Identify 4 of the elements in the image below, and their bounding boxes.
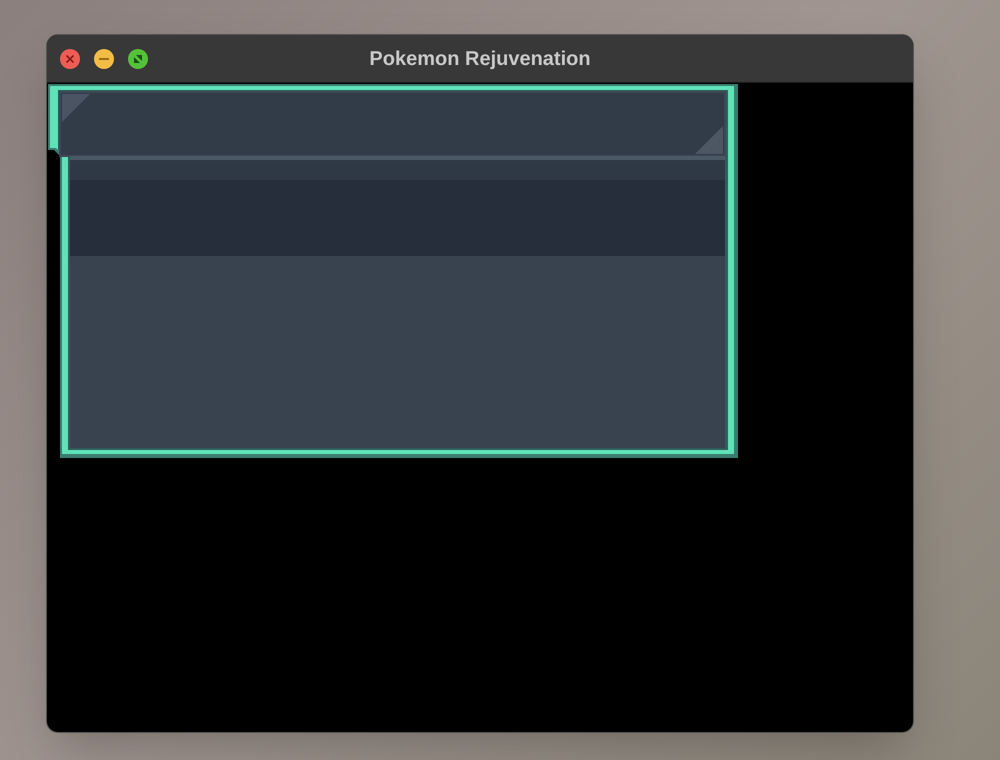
close-icon[interactable] (60, 48, 80, 68)
minimize-icon[interactable] (94, 48, 114, 68)
window-title: Pokemon Rejuvenation (369, 46, 591, 72)
fullscreen-icon[interactable] (128, 48, 148, 68)
